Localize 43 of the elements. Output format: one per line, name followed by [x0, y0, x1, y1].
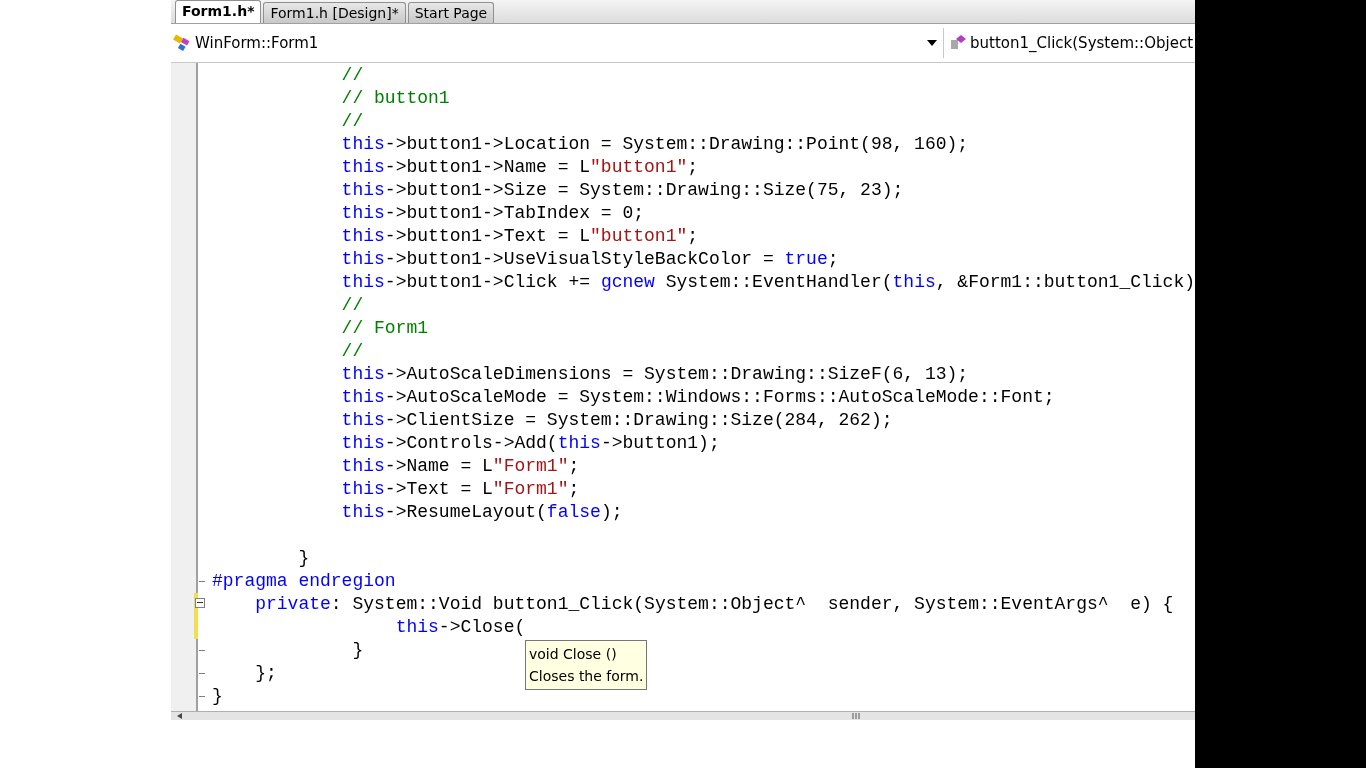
tooltip-signature: void Close () [529, 645, 618, 664]
code-line: this->Close( [395, 617, 526, 637]
code-line: this->button1->Text = L"button1"; [341, 226, 699, 246]
code-line: this->button1->Size = System::Drawing::Size(75, 23); [341, 180, 904, 200]
code-line: } [212, 686, 223, 706]
fold-end-mark [199, 673, 205, 674]
caret-icon [927, 40, 937, 46]
fold-end-mark [199, 650, 205, 651]
grip-icon [852, 713, 861, 719]
code-line: } [298, 548, 310, 568]
code-line: } [352, 640, 364, 660]
document-tab[interactable]: Start Page [407, 2, 495, 23]
code-line: this->button1->Location = System::Drawing::Point(98, 160); [341, 134, 969, 154]
code-line: this->ClientSize = System::Drawing::Size(284, 262); [341, 410, 893, 430]
horizontal-scrollbar[interactable] [171, 711, 1195, 720]
code-line: // button1 [341, 88, 450, 108]
code-line: private: System::Void button1_Click(System::Object^ sender, System::EventArgs^ e) { [255, 594, 1174, 614]
collapse-toggle[interactable] [195, 598, 205, 608]
code-line: // [341, 65, 364, 85]
document-tab[interactable]: Form1.h* [175, 0, 262, 23]
code-line: // Form1 [341, 318, 429, 338]
class-dropdown[interactable]: WinForm::Form1 [171, 28, 943, 58]
code-line: // [341, 111, 364, 131]
fold-end-mark [199, 696, 205, 697]
code-line: this->button1->UseVisualStyleBackColor = true; [341, 249, 839, 269]
document-tab[interactable]: Form1.h [Design]* [263, 2, 406, 23]
fold-end-mark [199, 581, 205, 582]
code-line: #pragma endregion [212, 571, 396, 591]
code-line: this->button1->Name = L"button1"; [341, 157, 699, 177]
code-line: this->Name = L"Form1"; [341, 456, 580, 476]
code-line: this->button1->TabIndex = 0; [341, 203, 645, 223]
code-line: // [341, 341, 364, 361]
code-line: this->button1->Click += gcnew System::EventHandler(this, &Form1::button1_Click) [341, 272, 1195, 292]
code-line: this->Text = L"Form1"; [341, 479, 580, 499]
scroll-left-icon [177, 713, 182, 719]
method-icon [948, 34, 968, 52]
code-line: this->Controls->Add(this->button1); [341, 433, 720, 453]
code-line: }; [255, 663, 277, 683]
code-line: this->AutoScaleMode = System::Windows::Forms::AutoScaleMode::Font; [341, 387, 1055, 407]
code-line: // [341, 295, 364, 315]
code-line: this->AutoScaleDimensions = System::Drawing::SizeF(6, 13); [341, 364, 969, 384]
code-line: this->ResumeLayout(false); [341, 502, 623, 522]
tooltip-description: Closes the form. [529, 667, 644, 686]
